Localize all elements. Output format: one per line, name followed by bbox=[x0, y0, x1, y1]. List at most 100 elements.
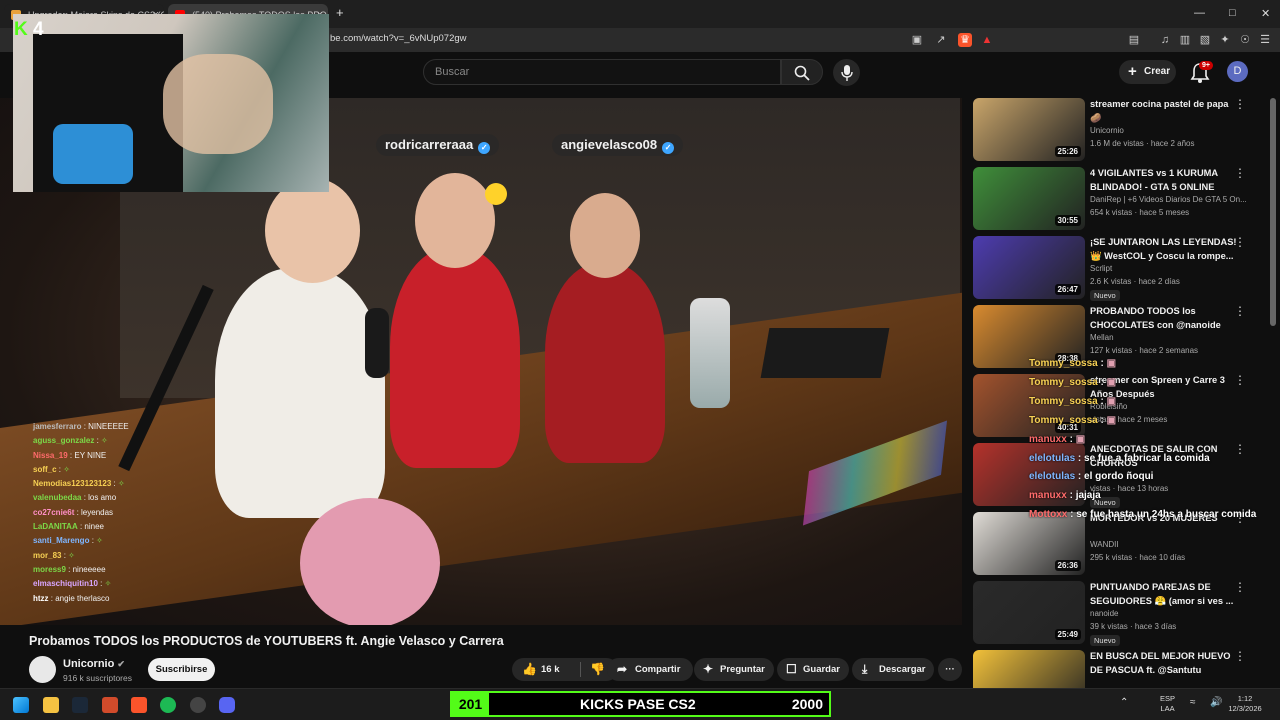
recommended-video[interactable]: 25:49 PUNTUANDO PAREJAS DE SEGUIDORES 😤 (… bbox=[972, 581, 1272, 647]
recommended-channel[interactable]: DaniRep | +6 Videos Diarios De GTA 5 On.… bbox=[1090, 195, 1250, 204]
search-button[interactable] bbox=[781, 59, 823, 85]
verified-icon: ✓ bbox=[478, 142, 491, 154]
channel-avatar[interactable] bbox=[29, 656, 56, 683]
streamer-tag-angie: angievelasco08 ✓ bbox=[552, 134, 684, 156]
more-options-icon[interactable]: ⋮ bbox=[1234, 98, 1246, 110]
url-text[interactable]: be.com/watch?v=_6vNUp072gw bbox=[330, 33, 467, 44]
dislike-icon[interactable]: 👎 bbox=[590, 658, 605, 681]
download-button[interactable]: ⤓ Descargar bbox=[852, 658, 934, 681]
channel-name[interactable]: Unicornio ✔ bbox=[63, 658, 125, 670]
steam-icon[interactable] bbox=[72, 697, 88, 713]
person-center-head bbox=[415, 173, 495, 268]
person-left-head bbox=[265, 178, 360, 283]
voice-search-button[interactable] bbox=[833, 59, 860, 86]
comment-text: el gordo ñoqui bbox=[1084, 471, 1154, 483]
wallet-icon[interactable]: ▧ bbox=[1198, 33, 1212, 47]
chat-separator: : bbox=[97, 579, 105, 589]
recommended-meta: 127 k vistas · hace 2 semanas bbox=[1090, 346, 1199, 355]
sidebar-scrollbar[interactable] bbox=[1270, 98, 1276, 326]
subscribe-button[interactable]: Suscribirse bbox=[148, 658, 215, 681]
chat-message: elmaschiquitin10 : ✧ bbox=[33, 577, 293, 591]
facecam-overlay bbox=[13, 14, 329, 192]
recommended-title[interactable]: PUNTUANDO PAREJAS DE SEGUIDORES 😤 (amor … bbox=[1090, 581, 1242, 608]
wifi-icon[interactable]: ≈ bbox=[1190, 698, 1196, 708]
sparkle-icon: ✦ bbox=[703, 662, 714, 676]
sidebar-toggle-icon[interactable]: ▤ bbox=[1127, 33, 1141, 47]
obs-icon[interactable] bbox=[190, 697, 206, 713]
more-options-icon[interactable]: ⋮ bbox=[1234, 236, 1246, 248]
create-button[interactable]: + Crear bbox=[1119, 60, 1176, 84]
streamer-tag-label: angievelasco08 bbox=[561, 137, 658, 152]
recommended-video[interactable]: EN BUSCA DEL MEJOR HUEVO DE PASCUA ft. @… bbox=[972, 650, 1272, 688]
overlay-comment: elelotulas : se fue a fabricar la comida bbox=[1029, 450, 1279, 469]
video-thumbnail[interactable] bbox=[973, 650, 1085, 688]
save-button[interactable]: ☐ Guardar bbox=[777, 658, 849, 681]
emote-icon: ✧ bbox=[96, 536, 103, 546]
recommended-channel[interactable]: nanoide bbox=[1090, 609, 1250, 618]
vpn-icon[interactable]: ☉ bbox=[1238, 33, 1252, 47]
file-explorer-icon[interactable] bbox=[43, 697, 59, 713]
screen: Upgrader: Mejora Skins de CS2 (CS:G × (5… bbox=[0, 0, 1280, 720]
comment-separator: : bbox=[1075, 452, 1085, 464]
language-indicator[interactable]: ESP LAA bbox=[1160, 694, 1175, 714]
recommended-channel[interactable]: Unicornio bbox=[1090, 126, 1250, 135]
emote-icon: ▣ bbox=[1106, 395, 1117, 407]
music-icon[interactable]: ♫ bbox=[1158, 33, 1172, 47]
windows-start-icon[interactable] bbox=[13, 697, 29, 713]
minimize-icon[interactable]: — bbox=[1194, 7, 1205, 19]
discord-icon[interactable] bbox=[219, 697, 235, 713]
new-tab-button[interactable]: + bbox=[336, 5, 344, 20]
recommended-title[interactable]: 4 VIGILANTES vs 1 KURUMA BLINDADO! - GTA… bbox=[1090, 167, 1242, 194]
search-input[interactable]: Buscar bbox=[423, 59, 781, 85]
account-avatar[interactable]: D bbox=[1227, 61, 1248, 82]
video-thumbnail[interactable]: 25:49 bbox=[973, 581, 1085, 644]
volume-icon[interactable]: 🔊 bbox=[1210, 698, 1222, 708]
leo-ai-icon[interactable]: ✦ bbox=[1218, 33, 1232, 47]
maximize-icon[interactable]: □ bbox=[1229, 7, 1236, 19]
comment-username: Tommy_sossa bbox=[1029, 395, 1098, 407]
recommended-video[interactable]: 26:47 ¡SE JUNTARON LAS LEYENDAS! 👑 WestCO… bbox=[972, 236, 1272, 302]
recommended-video[interactable]: 25:26 streamer cocina pastel de papa 🥔 Uni… bbox=[972, 98, 1272, 164]
recommended-title[interactable]: ¡SE JUNTARON LAS LEYENDAS! 👑 WestCOL y C… bbox=[1090, 236, 1242, 263]
emote-icon: ✧ bbox=[101, 436, 108, 446]
more-options-icon[interactable]: ⋮ bbox=[1234, 305, 1246, 317]
recommended-channel[interactable]: Scrlipt bbox=[1090, 264, 1250, 273]
tray-overflow-icon[interactable]: ⌃ bbox=[1120, 697, 1128, 708]
video-thumbnail[interactable]: 26:47 bbox=[973, 236, 1085, 299]
recommended-channel[interactable]: Mellan bbox=[1090, 333, 1250, 342]
close-window-icon[interactable]: ✕ bbox=[1261, 7, 1270, 20]
ask-button[interactable]: ✦ Preguntar bbox=[694, 658, 774, 681]
chat-message: htzz : angie therlasco bbox=[33, 592, 293, 606]
comment-username: manuxx bbox=[1029, 490, 1067, 502]
kick-viewers: K 4 bbox=[14, 19, 44, 41]
clock[interactable]: 1:12 12/3/2026 bbox=[1222, 694, 1268, 714]
more-options-icon[interactable]: ⋮ bbox=[1234, 167, 1246, 179]
more-options-icon[interactable]: ⋮ bbox=[1234, 650, 1246, 662]
app-icon[interactable] bbox=[102, 697, 118, 713]
menu-icon[interactable]: ☰ bbox=[1258, 33, 1272, 47]
video-duration: 26:36 bbox=[1054, 560, 1081, 571]
spotify-icon[interactable] bbox=[160, 697, 176, 713]
comment-username: Tommy_sossa bbox=[1029, 376, 1098, 388]
brave-shield-icon[interactable]: ♛ bbox=[958, 33, 972, 47]
reader-icon[interactable]: ▥ bbox=[1178, 33, 1192, 47]
like-dislike-group: 👍 16 k 👎 bbox=[512, 658, 618, 681]
recommended-title[interactable]: streamer cocina pastel de papa 🥔 bbox=[1090, 98, 1242, 125]
recommended-channel[interactable]: WANDII bbox=[1090, 540, 1250, 549]
more-options-icon[interactable]: ⋮ bbox=[1234, 581, 1246, 593]
share-page-icon[interactable]: ↗ bbox=[934, 33, 948, 47]
like-icon[interactable]: 👍 bbox=[522, 658, 537, 681]
video-thumbnail[interactable]: 25:26 bbox=[973, 98, 1085, 161]
rewards-icon[interactable]: ▲ bbox=[980, 33, 994, 47]
recommended-title[interactable]: PROBANDO TODOS los CHOCOLATES con @nanoi… bbox=[1090, 305, 1242, 332]
recommended-video[interactable]: 30:55 4 VIGILANTES vs 1 KURUMA BLINDADO! … bbox=[972, 167, 1272, 233]
share-button[interactable]: ➦ Compartir bbox=[607, 658, 693, 681]
recommended-title[interactable]: EN BUSCA DEL MEJOR HUEVO DE PASCUA ft. @… bbox=[1090, 650, 1242, 677]
comments-overlay: Tommy_sossa : ▣ Tommy_sossa : ▣ Tommy_soss… bbox=[1029, 355, 1279, 525]
more-actions-button[interactable]: ··· bbox=[938, 658, 962, 681]
like-count[interactable]: 16 k bbox=[541, 658, 560, 681]
cast-icon[interactable]: ▣ bbox=[910, 33, 924, 47]
video-thumbnail[interactable]: 30:55 bbox=[973, 167, 1085, 230]
brave-browser-icon[interactable] bbox=[131, 697, 147, 713]
chat-username: mor_83 bbox=[33, 550, 62, 560]
